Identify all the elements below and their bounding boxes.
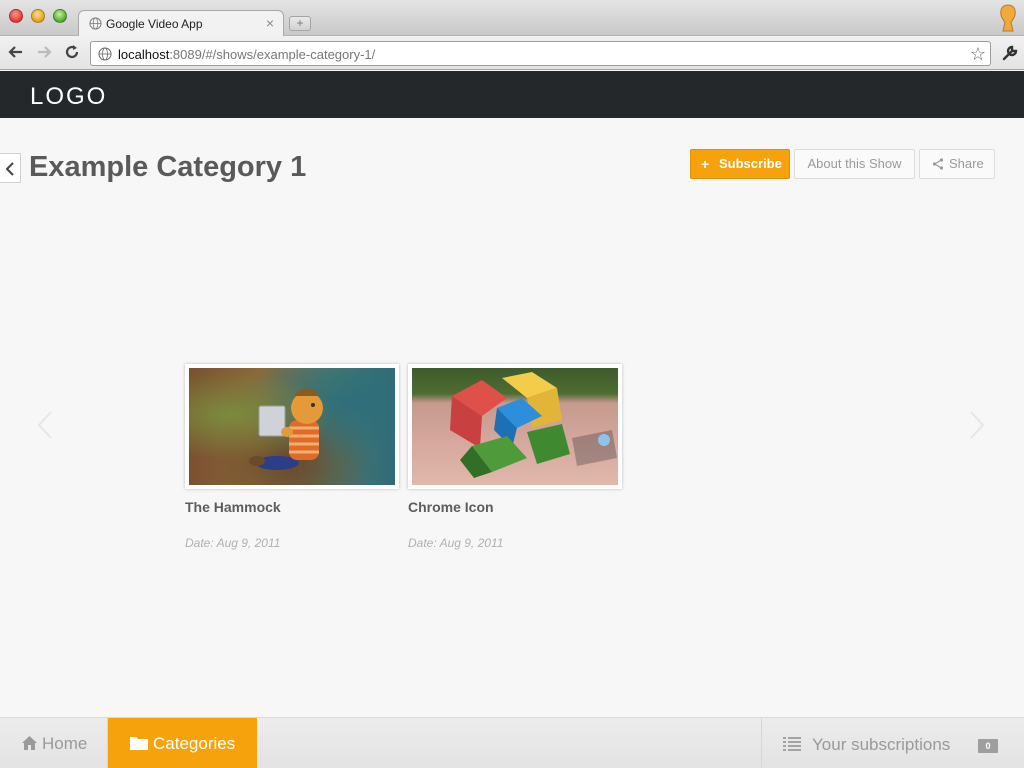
back-arrow-icon[interactable] bbox=[6, 43, 26, 63]
chrome-icon-thumbnail-image bbox=[412, 368, 618, 485]
logo[interactable]: LOGO bbox=[30, 83, 107, 111]
share-icon bbox=[932, 158, 944, 170]
hammock-thumbnail-image bbox=[189, 368, 395, 485]
url-path: :8089/#/shows/example-category-1/ bbox=[169, 47, 376, 62]
video-title[interactable]: Chrome Icon bbox=[408, 499, 622, 515]
subscribe-label: Subscribe bbox=[719, 156, 782, 171]
share-button[interactable]: Share bbox=[919, 149, 995, 179]
browser-titlebar: Google Video App × + bbox=[0, 0, 1024, 37]
home-icon bbox=[22, 736, 37, 750]
app-header: LOGO bbox=[0, 71, 1024, 118]
window-minimize-button[interactable] bbox=[31, 9, 45, 23]
forward-arrow-icon[interactable] bbox=[34, 43, 54, 63]
video-card[interactable]: Chrome Icon Date: Aug 9, 2011 bbox=[408, 364, 622, 550]
video-title[interactable]: The Hammock bbox=[185, 499, 399, 515]
wrench-icon[interactable] bbox=[1001, 44, 1019, 62]
nav-home[interactable]: Home bbox=[0, 718, 108, 768]
browser-tab[interactable]: Google Video App × bbox=[78, 10, 284, 37]
tab-close-icon[interactable]: × bbox=[266, 15, 274, 31]
page-title: Example Category 1 bbox=[29, 151, 307, 183]
subscriptions-count-badge: 0 bbox=[978, 739, 998, 753]
video-thumbnail[interactable] bbox=[408, 364, 622, 489]
nav-subscriptions-label: Your subscriptions bbox=[812, 735, 951, 754]
folder-icon bbox=[130, 737, 148, 750]
globe-icon bbox=[89, 17, 102, 30]
plus-icon: + bbox=[701, 156, 710, 172]
url-text[interactable]: localhost:8089/#/shows/example-category-… bbox=[118, 47, 375, 62]
video-thumbnail[interactable] bbox=[185, 364, 399, 489]
about-show-button[interactable]: About this Show bbox=[794, 149, 915, 179]
reload-icon[interactable] bbox=[62, 43, 82, 63]
chevron-left-icon bbox=[5, 162, 14, 176]
url-host: localhost bbox=[118, 47, 170, 62]
address-bar[interactable]: localhost:8089/#/shows/example-category-… bbox=[90, 41, 991, 66]
carousel-prev-arrow-icon[interactable] bbox=[36, 410, 54, 440]
window-close-button[interactable] bbox=[9, 9, 23, 23]
nav-categories[interactable]: Categories bbox=[108, 718, 257, 768]
browser-toolbar: localhost:8089/#/shows/example-category-… bbox=[0, 36, 1024, 70]
list-icon bbox=[783, 737, 801, 751]
nav-home-label: Home bbox=[42, 734, 88, 753]
video-card[interactable]: The Hammock Date: Aug 9, 2011 bbox=[185, 364, 399, 550]
page-info-icon[interactable] bbox=[98, 47, 112, 61]
carousel-next-arrow-icon[interactable] bbox=[968, 410, 986, 440]
bottom-nav: Home Categories Your subscriptions 0 bbox=[0, 717, 1024, 768]
window-zoom-button[interactable] bbox=[53, 9, 67, 23]
subscribe-button[interactable]: + Subscribe bbox=[690, 149, 790, 179]
share-label: Share bbox=[949, 156, 984, 171]
tab-title: Google Video App bbox=[106, 17, 203, 31]
back-button[interactable] bbox=[0, 153, 21, 183]
video-date: Date: Aug 9, 2011 bbox=[185, 536, 281, 550]
bookmark-star-icon[interactable]: ☆ bbox=[970, 44, 986, 64]
profile-avatar-icon[interactable] bbox=[997, 4, 1019, 32]
video-date: Date: Aug 9, 2011 bbox=[408, 536, 504, 550]
nav-subscriptions[interactable]: Your subscriptions 0 bbox=[761, 718, 1024, 768]
nav-categories-label: Categories bbox=[153, 734, 236, 753]
new-tab-button[interactable]: + bbox=[289, 16, 311, 31]
